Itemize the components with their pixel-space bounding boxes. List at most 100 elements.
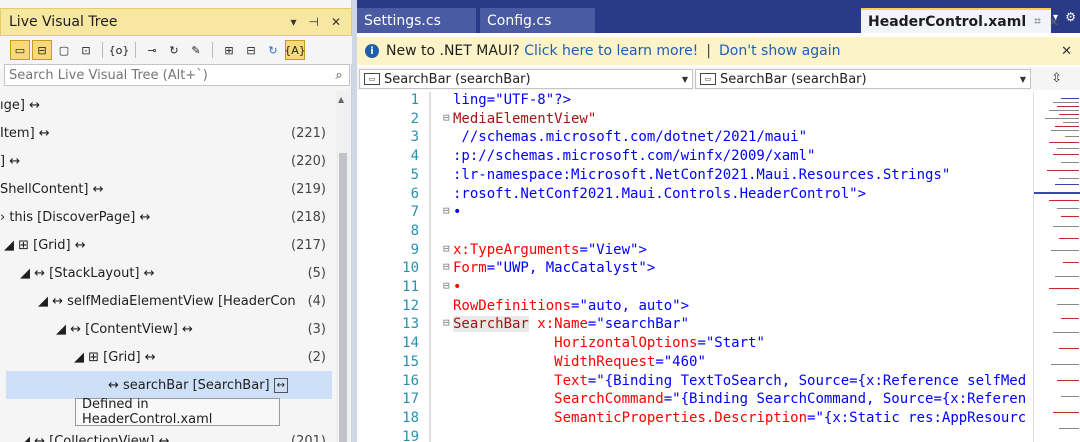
tab-list-dropdown-icon[interactable]: ▾ xyxy=(1053,12,1058,23)
select-element-icon[interactable]: ▭ xyxy=(10,40,30,60)
line-number: 7 xyxy=(410,204,419,221)
tree-row[interactable]: Item] ↔ (221) xyxy=(0,119,332,147)
tree-row[interactable]: ] ↔ (220) xyxy=(0,147,332,175)
code-line[interactable]: 19 xyxy=(357,429,1033,442)
code-line[interactable]: 2 ⊟ MediaElementView" xyxy=(357,111,1033,130)
tree-row[interactable]: ◢ ↔ [CollectionView] ↔ (201) xyxy=(0,427,332,442)
gear-icon[interactable]: ⚙ xyxy=(1065,10,1076,24)
code-text: RowDefinitions="auto, auto"> xyxy=(453,298,1033,314)
code-token: Text xyxy=(554,372,588,389)
expand-all-icon[interactable]: ⊞ xyxy=(219,40,239,60)
code-text: SearchCommand="{Binding SearchCommand, S… xyxy=(453,391,1033,407)
tree-scrollbar[interactable]: ▲ xyxy=(336,91,350,442)
tree-row[interactable]: ◢ ↔ selfMediaElementView [HeaderContrc (… xyxy=(0,287,332,315)
code-line[interactable]: 17 SearchCommand="{Binding SearchCommand… xyxy=(357,391,1033,410)
minimap-mark xyxy=(1061,162,1079,163)
fold-toggle-icon[interactable]: ⊟ xyxy=(443,279,453,292)
left-nav-dropdown[interactable]: ▭ SearchBar (searchBar) ▼ xyxy=(359,69,693,89)
code-line[interactable]: 9 ⊟ x:TypeArguments="View"> xyxy=(357,242,1033,261)
right-nav-dropdown[interactable]: ▭ SearchBar (searchBar) ▼ xyxy=(695,69,1031,89)
code-line[interactable]: 18 SemanticProperties.Description="{x:St… xyxy=(357,410,1033,429)
track-focus-icon[interactable]: ▢ xyxy=(54,40,74,60)
minimap-viewport[interactable] xyxy=(1034,192,1080,194)
close-icon[interactable]: ✕ xyxy=(331,15,341,29)
code-line[interactable]: 7 ⊟ • xyxy=(357,204,1033,223)
code-line[interactable]: 10 ⊟ Form="UWP, MacCatalyst"> xyxy=(357,260,1033,279)
chevron-down-icon: ▼ xyxy=(681,74,688,84)
pin-icon[interactable]: ⊣ xyxy=(308,15,318,29)
code-area[interactable]: 1 ling="UTF-8"?> 2 ⊟ MediaElementView" 3 //sc… xyxy=(357,92,1033,442)
tree-row-selected[interactable]: ↔ searchBar [SearchBar] ↔ xyxy=(6,371,332,399)
code-token: ="{x:Static res:AppResourc xyxy=(807,409,1027,426)
tree-row[interactable]: ◢ ↔ [ContentView] ↔ (3) xyxy=(0,315,332,343)
code-line[interactable]: 6:rosoft.NetConf2021.Maui.Controls.Heade… xyxy=(357,186,1033,205)
tree-row[interactable]: ıge] ↔ xyxy=(0,91,332,119)
scrollbar-thumb[interactable] xyxy=(339,153,347,442)
pane-dropdown-icon[interactable]: ▾ xyxy=(290,15,296,29)
pin-tab-icon[interactable]: ⌗ xyxy=(1034,14,1041,29)
tree-row[interactable]: › this [DiscoverPage] ↔ (218) xyxy=(0,203,332,231)
code-line[interactable]: 11 ⊟ • xyxy=(357,279,1033,298)
tree-row[interactable]: ShellContent] ↔ (219) xyxy=(0,175,332,203)
tree-row[interactable]: ◢ ⊞ [Grid] ↔ (217) xyxy=(0,231,332,259)
binding-icon[interactable]: {o} xyxy=(109,40,130,60)
info-text: New to .NET MAUI? xyxy=(386,43,520,59)
line-number: 4 xyxy=(410,148,419,165)
tree-row[interactable]: ◢ ↔ [StackLayout] ↔ (5) xyxy=(0,259,332,287)
ide-window: Live Visual Tree ▾ ⊣ ✕ ▭ ⊟ ▢ ⊡ {o} ⊸ ↻ ✎… xyxy=(0,0,1080,442)
tab-config-cs[interactable]: Config.cs xyxy=(480,8,595,33)
fold-toggle-icon[interactable]: ⊟ xyxy=(443,242,453,255)
info-separator: | xyxy=(706,43,712,59)
tree-row-label: ◢ ↔ [StackLayout] ↔ xyxy=(20,265,155,281)
collapse-all-icon[interactable]: ⊟ xyxy=(241,40,261,60)
code-minimap[interactable] xyxy=(1033,92,1080,442)
preview-selection-icon[interactable]: ⊡ xyxy=(76,40,96,60)
code-line[interactable]: 3 //schemas.microsoft.com/dotnet/2021/ma… xyxy=(357,129,1033,148)
edit-icon[interactable]: ✎ xyxy=(186,40,206,60)
sync-icon[interactable]: ↻ xyxy=(263,40,283,60)
close-infobar-icon[interactable]: ✕ xyxy=(1061,44,1072,59)
line-number: 6 xyxy=(410,185,419,202)
scroll-up-icon[interactable]: ▲ xyxy=(338,95,344,104)
fold-toggle-icon[interactable]: ⊟ xyxy=(443,260,453,273)
show-properties-icon[interactable]: {A} xyxy=(284,40,306,60)
code-token: ="{Binding TextToSearch, Source={x:Refer… xyxy=(587,372,1027,389)
code-line[interactable]: 14 HorizontalOptions="Start" xyxy=(357,335,1033,354)
code-editor: Settings.cs Config.cs HeaderControl.xaml… xyxy=(357,0,1080,442)
code-line[interactable]: 15 WidthRequest="460" xyxy=(357,354,1033,373)
search-icon[interactable]: ⌕ xyxy=(329,68,349,83)
fold-toggle-icon[interactable]: ⊟ xyxy=(443,316,453,329)
code-line[interactable]: 8 xyxy=(357,223,1033,242)
code-line[interactable]: 12 RowDefinitions="auto, auto"> xyxy=(357,298,1033,317)
minimap-mark xyxy=(1051,130,1079,131)
code-line[interactable]: 16 Text="{Binding TextToSearch, Source={… xyxy=(357,373,1033,392)
code-line[interactable]: 4:p://schemas.microsoft.com/winfx/2009/x… xyxy=(357,148,1033,167)
tree-row[interactable]: ◢ ⊞ [Grid] ↔ (2) xyxy=(0,343,332,371)
code-line[interactable]: 13 ⊟ SearchBar x:Name="searchBar" xyxy=(357,316,1033,335)
display-layout-adorners-icon[interactable]: ⊟ xyxy=(32,40,52,60)
fold-toggle-icon[interactable]: ⊟ xyxy=(443,111,453,124)
code-text: Text="{Binding TextToSearch, Source={x:R… xyxy=(453,373,1033,389)
code-text: HorizontalOptions="Start" xyxy=(453,335,1033,351)
tab-label: HeaderControl.xaml xyxy=(868,13,1027,30)
just-my-xaml-icon[interactable]: ⊸ xyxy=(142,40,162,60)
dont-show-again-link[interactable]: Don't show again xyxy=(719,43,840,59)
code-text: x:TypeArguments="View"> xyxy=(453,242,1033,258)
tab-headercontrol-xaml[interactable]: HeaderControl.xaml ⌗ ✕ xyxy=(861,8,1059,33)
tree-row-label: ] ↔ xyxy=(0,153,21,169)
code-line[interactable]: 1 ling="UTF-8"?> xyxy=(357,92,1033,111)
show-source-icon[interactable]: ↔ xyxy=(273,377,288,393)
code-token: • xyxy=(453,204,462,221)
fold-toggle-icon[interactable]: ⊟ xyxy=(443,204,453,217)
tab-settings-cs[interactable]: Settings.cs xyxy=(357,8,476,33)
refresh-icon[interactable]: ↻ xyxy=(164,40,184,60)
split-window-icon[interactable]: ⇳ xyxy=(1051,71,1062,86)
tree-search-input[interactable] xyxy=(9,67,329,83)
code-line[interactable]: 5:lr-namespace:Microsoft.NetConf2021.Mau… xyxy=(357,167,1033,186)
element-icon: ▭ xyxy=(700,73,716,85)
visual-tree: ıge] ↔ Item] ↔ (221) ] ↔ (220) ShellCont… xyxy=(0,91,334,442)
minimap-mark xyxy=(1053,154,1079,155)
tree-row-label: ShellContent] ↔ xyxy=(0,181,104,197)
learn-more-link[interactable]: Click here to learn more! xyxy=(524,43,698,59)
